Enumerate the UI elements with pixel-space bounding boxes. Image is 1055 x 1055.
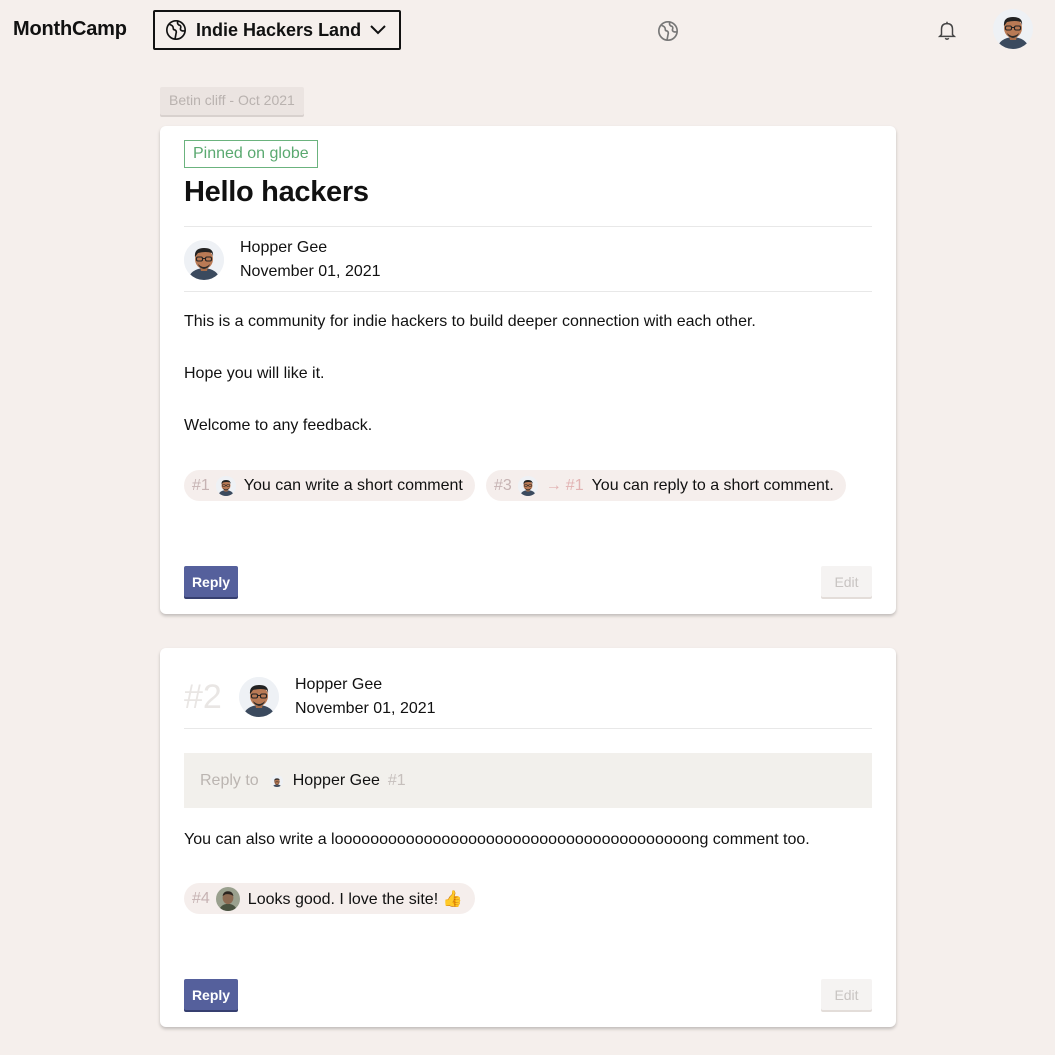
edit-button[interactable]: Edit xyxy=(821,979,872,1010)
short-comment-text: Looks good. I love the site! 👍 xyxy=(247,890,463,908)
divider xyxy=(184,728,872,729)
divider xyxy=(184,291,872,292)
reply-button[interactable]: Reply xyxy=(184,566,238,597)
comment-number: #3 xyxy=(494,476,512,494)
bell-icon[interactable] xyxy=(936,19,958,41)
author-tag[interactable]: Betin cliff - Oct 2021 xyxy=(160,87,304,115)
arrow-right-icon: → xyxy=(545,476,562,494)
globe-icon[interactable] xyxy=(657,20,679,42)
community-switcher[interactable]: Indie Hackers Land xyxy=(153,10,401,50)
chevron-down-icon xyxy=(369,21,387,39)
reply-to-number: #1 xyxy=(565,476,584,494)
post-paragraph: Welcome to any feedback. xyxy=(184,417,373,434)
reply-to-quote[interactable]: Reply to Hopper Gee #1 xyxy=(184,753,872,808)
post-card: Pinned on globe Hello hackers Hopper Gee… xyxy=(160,126,896,614)
short-comment-text: You can reply to a short comment. xyxy=(591,476,834,494)
brand-logo[interactable]: MonthCamp xyxy=(13,18,127,41)
quoted-comment-number: #1 xyxy=(387,771,406,789)
reply-button[interactable]: Reply xyxy=(184,979,238,1010)
short-comment-text: You can write a short comment xyxy=(243,476,463,494)
quoted-author-avatar xyxy=(270,774,283,787)
post-title: Hello hackers xyxy=(184,176,369,208)
edit-button[interactable]: Edit xyxy=(821,566,872,597)
comment-number: #4 xyxy=(192,889,210,907)
comment-number: #2 xyxy=(184,678,222,716)
short-comment-chip[interactable]: #4 Looks good. I love the site! 👍 xyxy=(184,883,475,914)
post-paragraph: Hope you will like it. xyxy=(184,365,325,382)
quoted-author-name[interactable]: Hopper Gee xyxy=(293,772,380,790)
top-bar: MonthCamp Indie Hackers Land xyxy=(0,0,1055,60)
author-name[interactable]: Hopper Gee xyxy=(295,676,382,694)
post-paragraph: This is a community for indie hackers to… xyxy=(184,313,756,330)
community-name: Indie Hackers Land xyxy=(196,19,362,40)
user-avatar[interactable] xyxy=(993,9,1033,49)
globe-icon xyxy=(165,19,187,41)
comment-date: November 01, 2021 xyxy=(295,700,436,717)
short-comment-chip[interactable]: #3 → #1 You can reply to a short comment… xyxy=(486,470,846,501)
divider xyxy=(184,226,872,227)
short-comment-chip[interactable]: #1 You can write a short comment xyxy=(184,470,475,501)
author-name[interactable]: Hopper Gee xyxy=(240,239,327,257)
commenter-avatar xyxy=(215,475,236,496)
pinned-badge: Pinned on globe xyxy=(184,140,318,168)
comment-number: #1 xyxy=(192,476,210,494)
comment-card: #2 Hopper Gee November 01, 2021 Reply to… xyxy=(160,648,896,1027)
author-avatar[interactable] xyxy=(184,240,224,280)
post-date: November 01, 2021 xyxy=(240,263,381,280)
comment-text: You can also write a loooooooooooooooooo… xyxy=(184,831,810,848)
author-avatar[interactable] xyxy=(239,677,279,717)
commenter-avatar xyxy=(215,886,240,911)
commenter-avatar xyxy=(517,475,538,496)
reply-to-label: Reply to xyxy=(200,771,259,789)
